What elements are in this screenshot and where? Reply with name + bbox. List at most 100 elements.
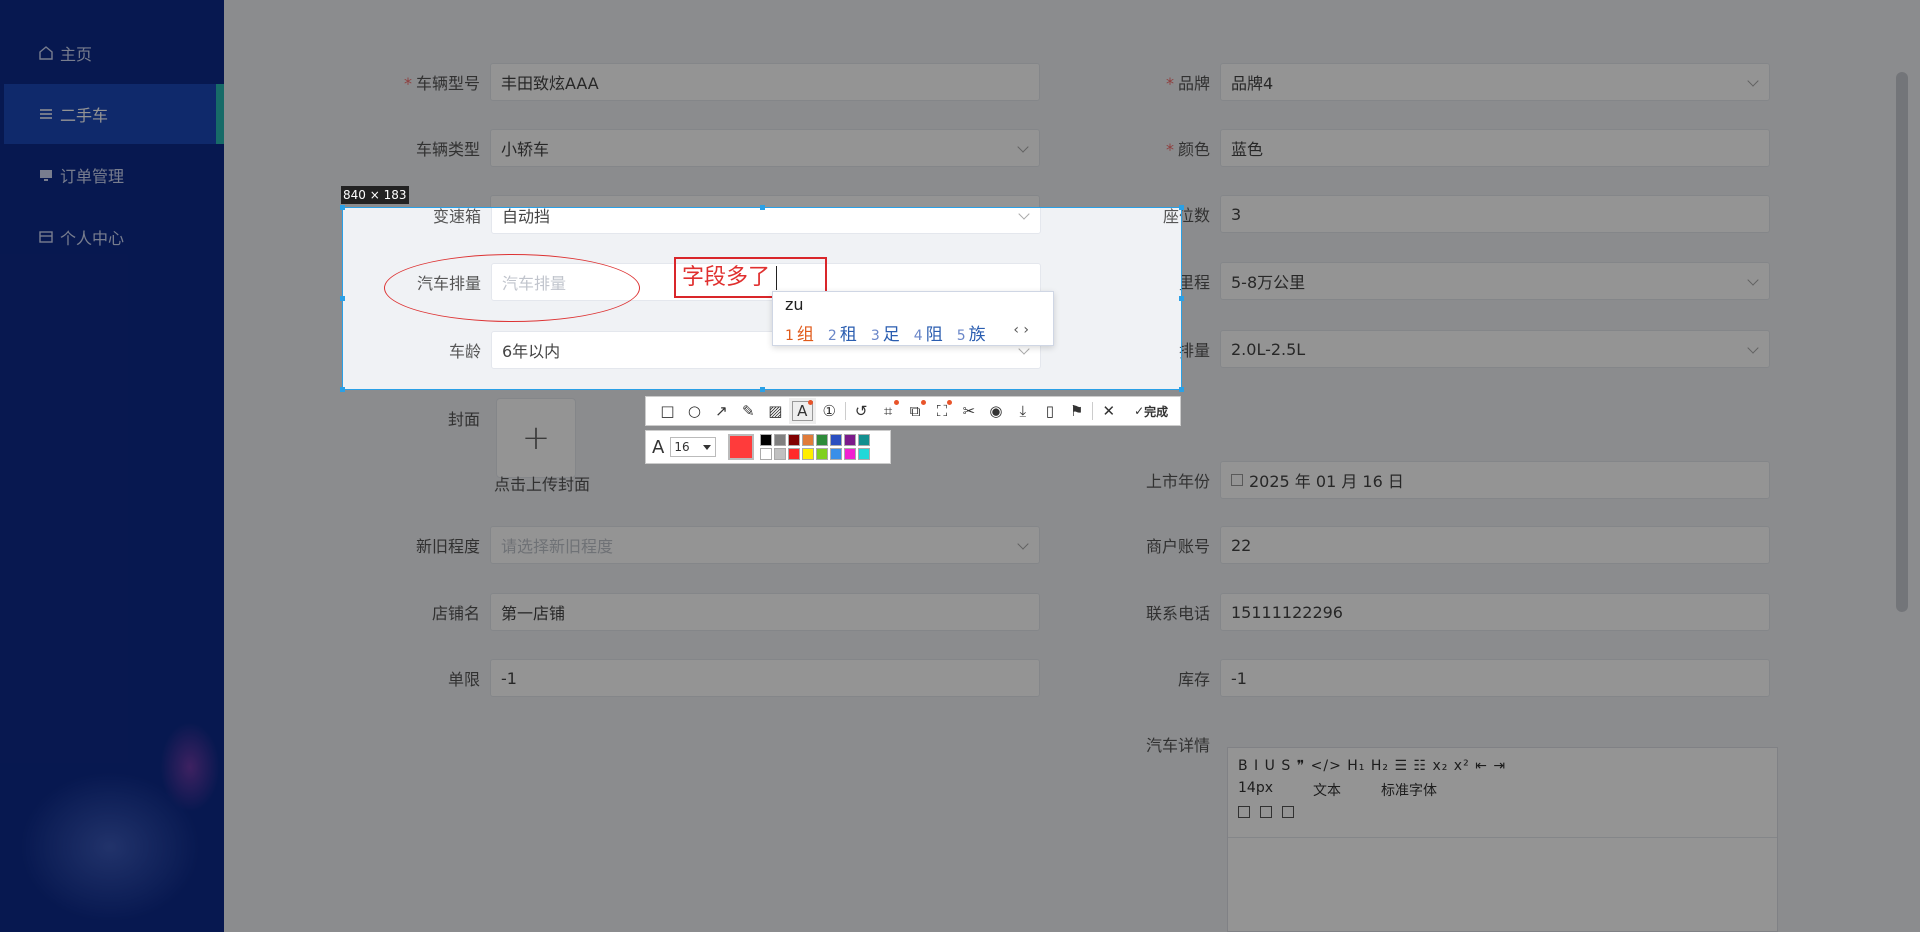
ocr-icon[interactable]: ⌗	[875, 398, 902, 424]
image-icon[interactable]	[1260, 806, 1272, 818]
color-swatch[interactable]	[788, 448, 801, 460]
chevron-left-icon[interactable]: ‹	[1013, 322, 1019, 338]
number-tool-icon[interactable]: ①	[816, 398, 843, 424]
ime-candidate-text: 租	[839, 325, 857, 345]
disp2-label: 排量	[1101, 338, 1181, 362]
sidebar-item-orders[interactable]: 订单管理	[4, 145, 224, 205]
merchant-input[interactable]: 22	[1220, 526, 1770, 564]
sidebar-decoration-2	[160, 722, 220, 812]
arrow-tool-icon[interactable]: ↗	[708, 398, 735, 424]
ime-composition: zu	[785, 295, 804, 314]
brand-select[interactable]: 品牌4	[1220, 63, 1770, 101]
resize-handle[interactable]	[760, 205, 765, 210]
gearbox-select[interactable]: 自动挡	[491, 208, 1041, 234]
year-picker[interactable]: 2025 年 01 月 16 日	[1220, 461, 1770, 499]
page-scrollbar[interactable]	[1896, 72, 1908, 612]
resize-handle[interactable]	[340, 296, 345, 301]
record-icon[interactable]: ◉	[982, 398, 1009, 424]
color-swatch[interactable]	[858, 448, 871, 460]
color-swatch[interactable]	[830, 434, 843, 446]
form-row-color: * 颜色 蓝色	[1100, 129, 1770, 167]
download-icon[interactable]: ⤓	[1009, 398, 1036, 424]
color-swatch[interactable]	[844, 448, 857, 460]
color-swatch[interactable]	[802, 448, 815, 460]
translate-icon[interactable]: ⧉	[902, 398, 929, 424]
cover-label: 封面	[447, 410, 480, 429]
sidebar-item-profile[interactable]: 个人中心	[4, 207, 224, 267]
color-swatch[interactable]	[816, 434, 829, 446]
mosaic-tool-icon[interactable]: ▨	[762, 398, 789, 424]
annotation-text: 字段多了	[682, 265, 771, 290]
color-swatch[interactable]	[830, 448, 843, 460]
editor-toolbar-row1[interactable]: B I U S ❞ </> H₁ H₂ ☰ ☷ x₂ x² ⇤ ⇥	[1238, 758, 1767, 774]
screenshot-toolbar: □ ○ ↗ ✎ ▨ A ① ↺ ⌗ ⧉ ⛶ ✂ ◉ ⤓ ▯ ⚑ ✕ ✓ 完成	[645, 396, 1181, 426]
disp2-select[interactable]: 2.0L-2.5L	[1220, 330, 1770, 368]
annotation-ellipse[interactable]	[384, 254, 640, 322]
current-color-swatch[interactable]	[728, 434, 755, 460]
color-palette	[760, 434, 871, 460]
model-input[interactable]: 丰田致炫AAA	[490, 63, 1040, 101]
color-swatch[interactable]	[760, 448, 773, 460]
color-swatch[interactable]	[816, 448, 829, 460]
chevron-right-icon[interactable]: ›	[1023, 322, 1029, 338]
editor-toolbar-row3	[1238, 806, 1767, 818]
type-select[interactable]: 小轿车	[490, 129, 1040, 167]
pin-icon[interactable]: ✂	[955, 398, 982, 424]
scan-icon[interactable]: ⛶	[929, 398, 956, 424]
color-swatch[interactable]	[844, 434, 857, 446]
text-tool-icon[interactable]: A	[788, 398, 816, 424]
condition-select[interactable]: 请选择新旧程度	[490, 526, 1040, 564]
color-swatch[interactable]	[802, 434, 815, 446]
pencil-tool-icon[interactable]: ✎	[735, 398, 762, 424]
form-row-condition: 新旧程度 请选择新旧程度	[370, 526, 1040, 564]
close-icon[interactable]: ✕	[1095, 398, 1122, 424]
resize-handle[interactable]	[760, 387, 765, 392]
done-label: 完成	[1144, 404, 1169, 419]
ime-candidate[interactable]: 3足	[871, 320, 900, 345]
ime-candidate[interactable]: 5族	[957, 320, 986, 345]
undo-icon[interactable]: ↺	[848, 398, 875, 424]
sidebar-item-home[interactable]: 主页	[4, 23, 224, 83]
color-swatch[interactable]	[774, 448, 787, 460]
resize-handle[interactable]	[340, 205, 345, 210]
phone-icon[interactable]: ▯	[1036, 398, 1063, 424]
form-row-limit: 单限 -1	[370, 659, 1040, 697]
text-style-toolbar: A 16	[645, 430, 891, 464]
bookmark-icon[interactable]: ⚑	[1063, 398, 1090, 424]
video-icon[interactable]	[1282, 806, 1294, 818]
text-type-select[interactable]: 文本	[1313, 780, 1341, 800]
color-input[interactable]: 蓝色	[1220, 129, 1770, 167]
shop-input[interactable]: 第一店铺	[490, 593, 1040, 631]
phone-input[interactable]: 15111122296	[1220, 593, 1770, 631]
stock-input[interactable]: -1	[1220, 659, 1770, 697]
shop-label: 店铺名	[431, 604, 480, 623]
resize-handle[interactable]	[1179, 296, 1184, 301]
resize-handle[interactable]	[340, 387, 345, 392]
font-size-select[interactable]: 16	[670, 437, 717, 457]
color-swatch[interactable]	[858, 434, 871, 446]
font-family-select[interactable]: 标准字体	[1381, 780, 1437, 800]
brand-value: 品牌4	[1231, 74, 1274, 93]
color-swatch[interactable]	[788, 434, 801, 446]
ime-candidates: 1组 2租 3足 4阻 5族	[785, 320, 986, 345]
resize-handle[interactable]	[1179, 205, 1184, 210]
cover-upload-button[interactable]: +	[496, 398, 576, 478]
ellipse-tool-icon[interactable]: ○	[681, 398, 708, 424]
color-swatch[interactable]	[774, 434, 787, 446]
resize-handle[interactable]	[1179, 387, 1184, 392]
rectangle-tool-icon[interactable]: □	[654, 398, 681, 424]
ime-candidate[interactable]: 1组	[785, 320, 814, 345]
link-icon[interactable]	[1238, 806, 1250, 818]
font-size-select[interactable]: 14px	[1238, 780, 1273, 800]
seats-input[interactable]: 3	[1220, 195, 1770, 233]
sidebar-item-used-cars[interactable]: 二手车	[4, 84, 224, 144]
ime-page-nav[interactable]: ‹ ›	[1013, 322, 1029, 338]
color-swatch[interactable]	[760, 434, 773, 446]
mileage-select[interactable]: 5-8万公里	[1220, 262, 1770, 300]
limit-input[interactable]: -1	[490, 659, 1040, 697]
rich-text-editor[interactable]: B I U S ❞ </> H₁ H₂ ☰ ☷ x₂ x² ⇤ ⇥ 14px 文…	[1227, 747, 1778, 932]
ime-candidate[interactable]: 2租	[828, 320, 857, 345]
done-button[interactable]: ✓ 完成	[1122, 398, 1180, 424]
ime-candidate-number: 4	[913, 328, 923, 344]
ime-candidate[interactable]: 4阻	[914, 320, 943, 345]
